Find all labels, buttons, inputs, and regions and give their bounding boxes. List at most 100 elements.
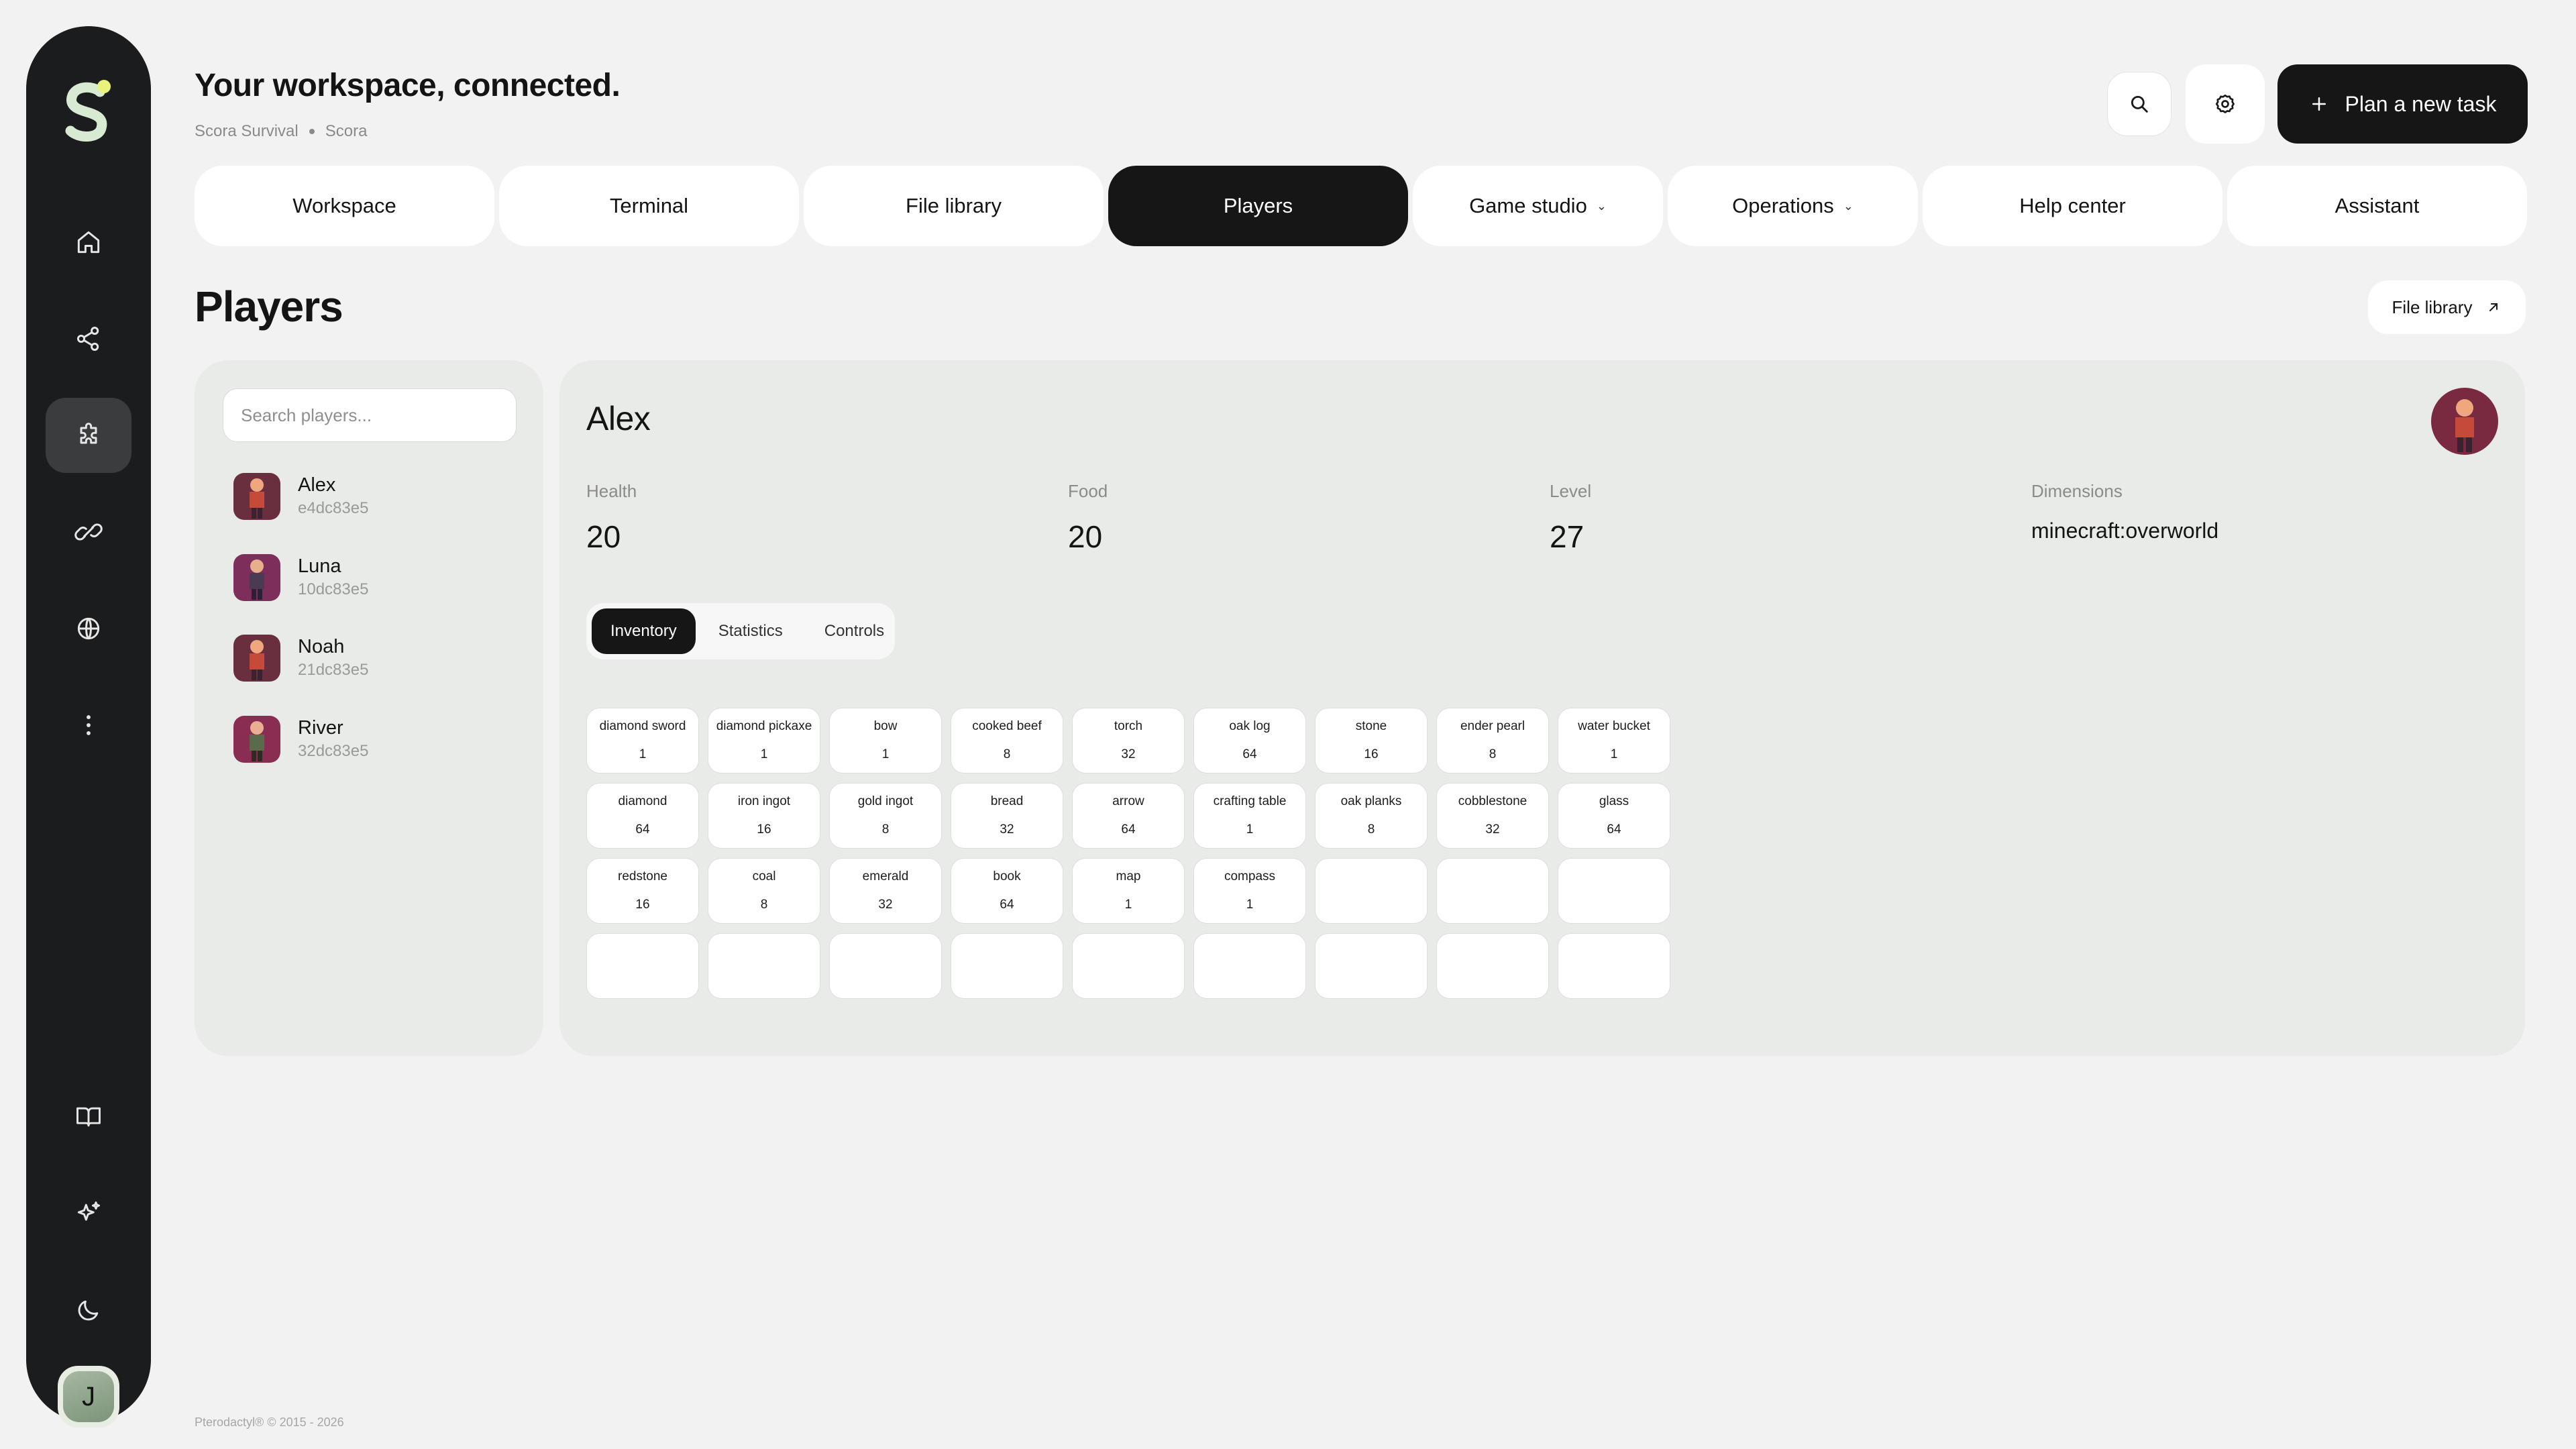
inventory-slot[interactable]: gold ingot 8 — [829, 783, 942, 849]
tab-assistant[interactable]: Assistant — [2227, 166, 2527, 246]
inventory-item-name: coal — [752, 869, 776, 883]
player-detail-avatar — [2431, 388, 2498, 455]
tab-workspace[interactable]: Workspace — [195, 166, 494, 246]
inventory-item-count: 8 — [760, 898, 768, 912]
sidebar-item-links[interactable] — [46, 494, 131, 570]
user-avatar[interactable]: J — [58, 1366, 119, 1428]
footer-copyright: Pterodactyl® © 2015 - 2026 — [195, 1415, 344, 1429]
breadcrumb-item-org[interactable]: Scora — [325, 122, 368, 141]
inventory-slot[interactable]: diamond sword 1 — [586, 708, 699, 773]
puzzle-icon — [80, 423, 97, 444]
inventory-slot[interactable]: bow 1 — [829, 708, 942, 773]
player-item-noah[interactable]: Noah 21dc83e5 — [233, 625, 515, 692]
player-item-alex[interactable]: Alex e4dc83e5 — [233, 463, 515, 530]
inventory-item-count: 1 — [1246, 898, 1254, 912]
subtab-inventory[interactable]: Inventory — [592, 608, 696, 654]
inventory-item-count: 64 — [635, 822, 650, 837]
tab-label: Help center — [2019, 194, 2126, 217]
inventory-item-name: bread — [990, 794, 1024, 808]
inventory-slot[interactable]: crafting table 1 — [1193, 783, 1306, 849]
inventory-slot[interactable]: redstone 16 — [586, 858, 699, 924]
player-item-river[interactable]: River 32dc83e5 — [233, 706, 515, 773]
inventory-slot[interactable] — [1558, 933, 1670, 999]
settings-button[interactable] — [2186, 64, 2265, 144]
inventory-slot[interactable] — [1193, 933, 1306, 999]
breadcrumb: Scora Survival Scora — [195, 122, 367, 141]
inventory-slot[interactable]: cooked beef 8 — [951, 708, 1063, 773]
sidebar-item-plugins[interactable] — [46, 398, 131, 473]
page-title: Your workspace, connected. — [195, 68, 621, 103]
sidebar-item-docs[interactable] — [46, 1079, 131, 1155]
inventory-slot[interactable]: coal 8 — [708, 858, 820, 924]
stat-value-food: 20 — [1068, 519, 1103, 554]
inventory-slot[interactable]: map 1 — [1072, 858, 1185, 924]
player-avatar — [233, 635, 280, 682]
inventory-slot[interactable]: arrow 64 — [1072, 783, 1185, 849]
player-avatar — [233, 716, 280, 763]
gear-icon — [2215, 94, 2235, 113]
sidebar-item-home[interactable] — [46, 205, 131, 280]
tab-players[interactable]: Players — [1108, 166, 1408, 246]
theme-toggle[interactable] — [46, 1273, 131, 1348]
inventory-slot[interactable]: diamond pickaxe 1 — [708, 708, 820, 773]
sparkles-icon — [77, 1201, 101, 1221]
tab-terminal[interactable]: Terminal — [499, 166, 799, 246]
inventory-slot[interactable]: glass 64 — [1558, 783, 1670, 849]
player-item-luna[interactable]: Luna 10dc83e5 — [233, 544, 515, 611]
tab-help-center[interactable]: Help center — [1923, 166, 2222, 246]
sidebar-item-ai[interactable] — [46, 1176, 131, 1251]
search-button[interactable] — [2107, 72, 2171, 136]
inventory-item-name: compass — [1224, 869, 1276, 883]
inventory-grid: diamond sword 1 diamond pickaxe 1 bow 1 cooked… — [586, 708, 1670, 999]
sidebar-item-globe[interactable] — [46, 591, 131, 666]
inventory-slot[interactable]: emerald 32 — [829, 858, 942, 924]
tab-game-studio[interactable]: Game studio ⌄ — [1413, 166, 1663, 246]
inventory-slot[interactable]: book 64 — [951, 858, 1063, 924]
inventory-slot[interactable]: iron ingot 16 — [708, 783, 820, 849]
inventory-slot[interactable]: bread 32 — [951, 783, 1063, 849]
inventory-slot[interactable]: cobblestone 32 — [1436, 783, 1549, 849]
inventory-slot[interactable] — [1558, 858, 1670, 924]
inventory-slot[interactable] — [586, 933, 699, 999]
inventory-slot[interactable]: water bucket 1 — [1558, 708, 1670, 773]
scora-logo-icon[interactable] — [58, 77, 119, 144]
inventory-item-count: 16 — [1364, 747, 1379, 761]
subtab-statistics[interactable]: Statistics — [700, 608, 802, 654]
breadcrumb-item-server[interactable]: Scora Survival — [195, 122, 299, 141]
player-name: Alex — [298, 474, 336, 496]
inventory-slot[interactable]: diamond 64 — [586, 783, 699, 849]
inventory-item-count: 32 — [1485, 822, 1500, 837]
inventory-slot[interactable]: compass 1 — [1193, 858, 1306, 924]
inventory-slot[interactable]: stone 16 — [1315, 708, 1428, 773]
sidebar-item-more[interactable] — [46, 688, 131, 763]
inventory-item-count: 1 — [760, 747, 768, 761]
inventory-slot[interactable]: ender pearl 8 — [1436, 708, 1549, 773]
inventory-item-name: redstone — [618, 869, 667, 883]
plan-new-task-button[interactable]: Plan a new task — [2277, 64, 2528, 144]
subtab-controls[interactable]: Controls — [806, 608, 903, 654]
inventory-slot[interactable] — [951, 933, 1063, 999]
user-initial: J — [63, 1371, 114, 1422]
inventory-slot[interactable]: torch 32 — [1072, 708, 1185, 773]
search-players-input[interactable] — [223, 388, 517, 442]
inventory-slot[interactable] — [1315, 858, 1428, 924]
inventory-item-name: gold ingot — [857, 794, 914, 808]
sidebar-item-share[interactable] — [46, 301, 131, 376]
file-library-link[interactable]: File library — [2368, 280, 2526, 334]
inventory-item-name: diamond pickaxe — [716, 719, 812, 733]
inventory-slot[interactable] — [1072, 933, 1185, 999]
player-name: River — [298, 716, 343, 739]
tab-operations[interactable]: Operations ⌄ — [1668, 166, 1918, 246]
inventory-slot[interactable]: oak planks 8 — [1315, 783, 1428, 849]
inventory-slot[interactable] — [1436, 933, 1549, 999]
inventory-slot[interactable] — [708, 933, 820, 999]
inventory-slot[interactable]: oak log 64 — [1193, 708, 1306, 773]
tab-label: Players — [1223, 194, 1293, 217]
inventory-slot[interactable] — [1315, 933, 1428, 999]
tab-label: Game studio — [1469, 194, 1587, 217]
inventory-item-count: 32 — [1121, 747, 1136, 761]
inventory-slot[interactable] — [829, 933, 942, 999]
inventory-item-count: 1 — [1246, 822, 1254, 837]
inventory-slot[interactable] — [1436, 858, 1549, 924]
tab-file-library[interactable]: File library — [804, 166, 1104, 246]
